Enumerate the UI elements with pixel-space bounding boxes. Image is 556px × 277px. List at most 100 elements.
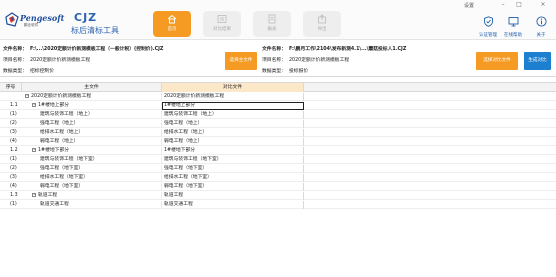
generate-compare-button[interactable]: 生成对比 — [524, 52, 551, 70]
collapse-toggle-icon[interactable]: − — [32, 192, 36, 197]
row-main-cell[interactable]: 给排水工程（地下室） — [22, 174, 162, 182]
app-logo: Pengesoft 鹏业软件 — [4, 10, 65, 32]
file-selection-bar: 文件名称： F:\...\2020定额计价新测模板工程（一般计税）(控制价).CJ… — [0, 41, 556, 77]
row-main-cell[interactable]: 轨道交通工程 — [22, 201, 162, 209]
row-seq-cell: 1.1 — [10, 103, 18, 108]
compare-project-name-row: 项目名称： 2020定额计价新测模板工程 — [262, 56, 349, 63]
select-main-file-button[interactable]: 选择主文件 — [225, 52, 257, 70]
project-tree-grid: 序号 主文件 对比文件 −2020定额计价新测模板工程 2020定额计价新测模板工… — [0, 82, 556, 272]
compare-result-button[interactable]: 对比结果 — [203, 11, 241, 37]
minimize-icon[interactable]: – — [498, 1, 508, 9]
table-row[interactable]: 1.3− 轨道工程 轨道工程 — [0, 192, 556, 200]
row-compare-cell[interactable]: 强电工程（地下室） — [162, 165, 304, 173]
monitor-help-icon — [508, 17, 519, 27]
header-seq[interactable]: 序号 — [0, 83, 22, 92]
row-compare-cell[interactable]: 建筑与装饰工程（地上） — [162, 111, 304, 119]
row-main-text: 建筑与装饰工程（地下室） — [40, 157, 98, 162]
table-row[interactable]: (2) 强电工程（地上） 强电工程（地上） — [0, 120, 556, 128]
row-main-cell[interactable]: 强电工程（地上） — [22, 120, 162, 128]
table-row[interactable]: (2) 强电工程（地下室） 强电工程（地下室） — [0, 165, 556, 173]
row-main-cell[interactable]: −1#楼地下部分 — [22, 147, 162, 155]
compare-data-type-label: 数据类型： — [262, 69, 286, 74]
row-seq-cell: (2) — [10, 121, 17, 126]
online-help-label: 在线帮助 — [504, 33, 522, 38]
header-compare-file[interactable]: 对比文件 — [162, 83, 304, 92]
row-seq-cell: 1.2 — [10, 148, 18, 153]
brand-name: Pengesoft — [20, 13, 65, 23]
maximize-icon[interactable]: □ — [514, 1, 524, 9]
table-row[interactable]: (4) 弱电工程（地下室） 弱电工程（地下室） — [0, 183, 556, 191]
row-compare-cell[interactable]: 1#楼地下部分 — [162, 147, 304, 155]
online-help-button[interactable]: 在线帮助 — [500, 14, 526, 40]
row-main-text: 轨道工程 — [38, 193, 58, 198]
header-main-file[interactable]: 主文件 — [22, 83, 162, 92]
row-main-cell[interactable]: 建筑与装饰工程（地上） — [22, 111, 162, 119]
row-seq-cell: (3) — [10, 130, 17, 135]
main-file-name-label: 文件名称： — [3, 47, 27, 52]
home-icon — [167, 14, 177, 24]
export-icon — [318, 14, 326, 24]
table-row[interactable]: (3) 给排水工程（地上） 给排水工程（地上） — [0, 129, 556, 137]
row-compare-cell[interactable]: 强电工程（地上） — [162, 120, 304, 128]
compare-data-type-row: 数据类型： 投标报价 — [262, 67, 308, 74]
header-filler — [304, 83, 556, 92]
row-main-cell[interactable]: 弱电工程（地下室） — [22, 183, 162, 191]
collapse-toggle-icon[interactable]: − — [25, 93, 29, 98]
table-row[interactable]: (3) 给排水工程（地下室） 给排水工程（地下室） — [0, 174, 556, 182]
compare-file-panel: 文件名称： F:\鹏月工作\2104\发布新测4.1\...\蘑菇投标人1.CJZ… — [262, 41, 554, 77]
table-row[interactable]: (1) 轨道交通工程 轨道交通工程 — [0, 201, 556, 209]
row-compare-cell[interactable]: 轨道工程 — [162, 192, 304, 200]
row-main-text: 1#楼地下部分 — [38, 148, 70, 153]
row-seq-cell — [0, 93, 22, 101]
row-seq-cell: (1) — [10, 202, 17, 207]
row-compare-cell[interactable]: 给排水工程（地下室） — [162, 174, 304, 182]
main-file-name-value: F:\...\2020定额计价新测模板工程（一般计税）(控制价).CJZ — [30, 47, 164, 52]
table-row[interactable]: 1.2−1#楼地下部分 1#楼地下部分 — [0, 147, 556, 155]
row-main-cell[interactable]: 弱电工程（地上） — [22, 138, 162, 146]
report-button-label: 报表 — [267, 27, 277, 32]
row-compare-cell[interactable]: 2020定额计价新测模板工程 — [162, 93, 304, 101]
table-row[interactable]: −2020定额计价新测模板工程 2020定额计价新测模板工程 — [0, 93, 556, 101]
main-project-name-row: 项目名称： 2020定额计价新测模板工程 — [3, 56, 90, 63]
row-compare-cell[interactable]: 弱电工程（地上） — [162, 138, 304, 146]
collapse-toggle-icon[interactable]: − — [32, 102, 36, 107]
row-main-cell[interactable]: −1#楼地上部分 — [22, 102, 162, 110]
settings-link[interactable]: 设置 — [464, 2, 474, 9]
report-icon — [268, 14, 276, 24]
row-seq-cell: (4) — [10, 184, 17, 189]
close-icon[interactable]: × — [538, 1, 548, 9]
main-data-type-value: 招标控制价 — [30, 69, 54, 74]
select-compare-file-button[interactable]: 选择对比文件 — [476, 52, 518, 70]
home-button[interactable]: 首页 — [153, 11, 191, 37]
row-compare-cell[interactable]: 轨道交通工程 — [162, 201, 304, 209]
shield-check-icon — [484, 16, 493, 27]
compare-icon — [217, 15, 227, 23]
row-compare-cell[interactable]: 弱电工程（地下室） — [162, 183, 304, 191]
about-label: 关于 — [536, 33, 546, 38]
table-row[interactable]: 1.1 −1#楼地上部分 1#楼地上部分 — [0, 102, 556, 110]
row-main-cell[interactable]: 强电工程（地下室） — [22, 165, 162, 173]
row-compare-cell[interactable]: 建筑与装饰工程（地下室） — [162, 156, 304, 164]
row-main-cell[interactable]: −2020定额计价新测模板工程 — [22, 93, 162, 101]
main-file-panel: 文件名称： F:\...\2020定额计价新测模板工程（一般计税）(控制价).CJ… — [3, 41, 258, 77]
table-row[interactable]: (1) 建筑与装饰工程（地上） 建筑与装饰工程（地上） — [0, 111, 556, 119]
about-button[interactable]: 关于 — [528, 14, 554, 40]
row-seq-cell: (2) — [10, 166, 17, 171]
table-row[interactable]: (1) 建筑与装饰工程（地下室） 建筑与装饰工程（地下室） — [0, 156, 556, 164]
collapse-toggle-icon[interactable]: − — [32, 147, 36, 152]
row-main-cell[interactable]: 建筑与装饰工程（地下室） — [22, 156, 162, 164]
compare-file-name-row: 文件名称： F:\鹏月工作\2104\发布新测4.1\...\蘑菇投标人1.CJZ — [262, 45, 406, 52]
row-main-text: 建筑与装饰工程（地上） — [40, 112, 93, 117]
row-seq-cell: (1) — [10, 157, 17, 162]
table-row[interactable]: (4) 弱电工程（地上） 弱电工程（地上） — [0, 138, 556, 146]
export-button[interactable]: 导出 — [303, 11, 341, 37]
row-main-text: 给排水工程（地上） — [40, 130, 84, 135]
compare-result-label: 对比结果 — [213, 27, 231, 32]
row-main-cell[interactable]: 给排水工程（地上） — [22, 129, 162, 137]
app-title: CJZ — [74, 11, 98, 24]
export-button-label: 导出 — [317, 27, 327, 32]
row-main-cell[interactable]: − 轨道工程 — [22, 192, 162, 200]
row-compare-cell[interactable]: 给排水工程（地上） — [162, 129, 304, 137]
report-button[interactable]: 报表 — [253, 11, 291, 37]
row-compare-cell[interactable]: 1#楼地上部分 — [162, 102, 304, 110]
